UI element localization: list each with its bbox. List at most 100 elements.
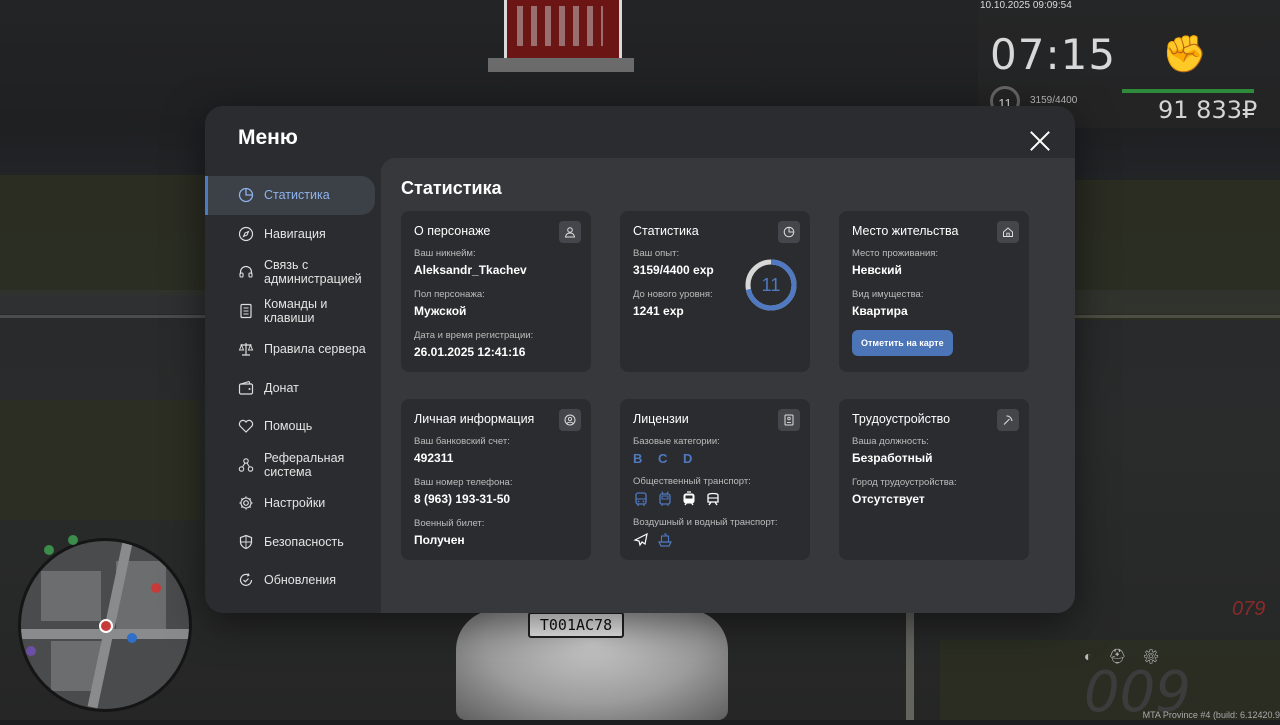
mark-on-map-button[interactable]: Отметить на карте [852, 330, 953, 356]
hud-money: 91 833₽ [1158, 96, 1258, 124]
nav-item-referral[interactable]: Реферальная система [205, 446, 381, 485]
nav-label: Команды и клавиши [264, 296, 328, 325]
refresh-check-icon [238, 572, 254, 588]
headset-icon [238, 264, 254, 280]
content-area: Статистика О персонаже Ваш никнейм: Alek… [381, 158, 1075, 613]
wallet-icon [238, 380, 254, 396]
nav-item-contact-admin[interactable]: Связь с администрацией [205, 253, 381, 292]
phone-value: 8 (963) 193-31-50 [414, 492, 511, 506]
base-categories-value: B C D [633, 451, 699, 466]
nav-item-donate[interactable]: Донат [205, 369, 381, 408]
content-title: Статистика [401, 178, 502, 198]
document-icon [238, 303, 254, 319]
nav-label: Безопасность [264, 534, 344, 549]
build-info: MTA Province #4 (build: 6.12420.9 [1142, 710, 1280, 720]
phone-label: Ваш номер телефона: [414, 477, 513, 488]
boat-icon [657, 532, 673, 548]
id-card-icon [778, 409, 800, 431]
pickaxe-icon [997, 409, 1019, 431]
job-city-label: Город трудоустройства: [852, 477, 957, 488]
gear-icon [238, 495, 254, 511]
nickname-value: Aleksandr_Tkachev [414, 263, 527, 277]
compass-icon [238, 226, 254, 242]
nav-label: Реферальная система [264, 450, 345, 479]
card-title: Место жительства [852, 224, 959, 238]
air-water-transport-icons [633, 532, 797, 548]
bank-label: Ваш банковский счет: [414, 436, 510, 447]
base-categories-label: Базовые категории: [633, 436, 720, 447]
card-licenses: Лицензии Базовые категории: B C D Общест… [620, 399, 810, 560]
fist-icon: ✊ [1162, 33, 1207, 74]
nav-item-security[interactable]: Безопасность [205, 523, 381, 562]
property-label: Вид имущества: [852, 289, 924, 300]
hud-datetime: 10.10.2025 09:09:54 [980, 0, 1072, 11]
license-plate: T001AC78 [528, 612, 624, 638]
map-marker-icon [26, 646, 36, 656]
position-value: Безработный [852, 451, 933, 465]
public-transport-icons [633, 491, 797, 507]
card-stats: Статистика Ваш опыт: 3159/4400 exp До но… [620, 211, 810, 372]
sidebar-nav: Статистика Навигация Связь с администрац… [205, 176, 381, 600]
nav-label: Настройки [264, 496, 326, 511]
pie-chart-icon [238, 187, 254, 203]
speed-indicator: 079 [1232, 598, 1266, 620]
kiosk [504, 0, 622, 63]
nav-label: Обновления [264, 573, 336, 588]
nav-label: Связь с администрацией [264, 258, 362, 287]
card-title: О персонаже [414, 224, 491, 238]
scales-icon [238, 341, 254, 357]
military-label: Военный билет: [414, 518, 485, 529]
nav-item-rules[interactable]: Правила сервера [205, 330, 381, 369]
minimap [18, 538, 192, 712]
plane-icon [633, 532, 649, 548]
nickname-label: Ваш никнейм: [414, 248, 476, 259]
card-character: О персонаже Ваш никнейм: Aleksandr_Tkach… [401, 211, 591, 372]
trolleybus-icon [657, 491, 673, 507]
nav-item-statistics[interactable]: Статистика [205, 176, 375, 215]
user-icon [559, 221, 581, 243]
network-icon [238, 457, 254, 473]
metro-icon [705, 491, 721, 507]
health-bar [1122, 89, 1254, 93]
heart-hand-icon [238, 418, 254, 434]
nav-item-commands[interactable]: Команды и клавиши [205, 292, 381, 331]
nav-label: Донат [264, 380, 299, 395]
residence-label: Место проживания: [852, 248, 939, 259]
gender-label: Пол персонажа: [414, 289, 485, 300]
registration-value: 26.01.2025 12:41:16 [414, 345, 526, 359]
bank-value: 492311 [414, 451, 454, 465]
position-label: Ваша должность: [852, 436, 929, 447]
card-title: Лицензии [633, 412, 689, 426]
nav-item-navigation[interactable]: Навигация [205, 215, 381, 254]
residence-value: Невский [852, 263, 902, 277]
bus-icon [633, 491, 649, 507]
nav-label: Помощь [264, 419, 313, 434]
hud-exp: 3159/4400 [1030, 95, 1078, 106]
card-residence: Место жительства Место проживания: Невск… [839, 211, 1029, 372]
gender-value: Мужской [414, 304, 467, 318]
military-value: Получен [414, 533, 465, 547]
card-personal: Личная информация Ваш банковский счет: 4… [401, 399, 591, 560]
close-button[interactable] [1027, 128, 1053, 154]
home-icon [997, 221, 1019, 243]
nav-item-help[interactable]: Помощь [205, 407, 381, 446]
nav-item-updates[interactable]: Обновления [205, 561, 381, 600]
card-title: Статистика [633, 224, 699, 238]
card-employment: Трудоустройство Ваша должность: Безработ… [839, 399, 1029, 560]
public-transport-label: Общественный транспорт: [633, 476, 751, 487]
registration-label: Дата и время регистрации: [414, 330, 534, 341]
property-value: Квартира [852, 304, 908, 318]
card-title: Трудоустройство [852, 412, 951, 426]
menu-title: Меню [238, 126, 298, 149]
nav-item-settings[interactable]: Настройки [205, 484, 381, 523]
card-title: Личная информация [414, 412, 535, 426]
pie-chart-icon [778, 221, 800, 243]
level-value: 11 [761, 275, 781, 295]
tram-icon [681, 491, 697, 507]
menu-window: Меню Статистика Навигация Связь с админи… [205, 106, 1075, 613]
air-water-transport-label: Воздушный и водный транспорт: [633, 517, 778, 528]
user-circle-icon [559, 409, 581, 431]
nav-label: Статистика [264, 188, 330, 203]
map-marker-icon [68, 535, 78, 545]
nav-label: Правила сервера [264, 342, 366, 357]
